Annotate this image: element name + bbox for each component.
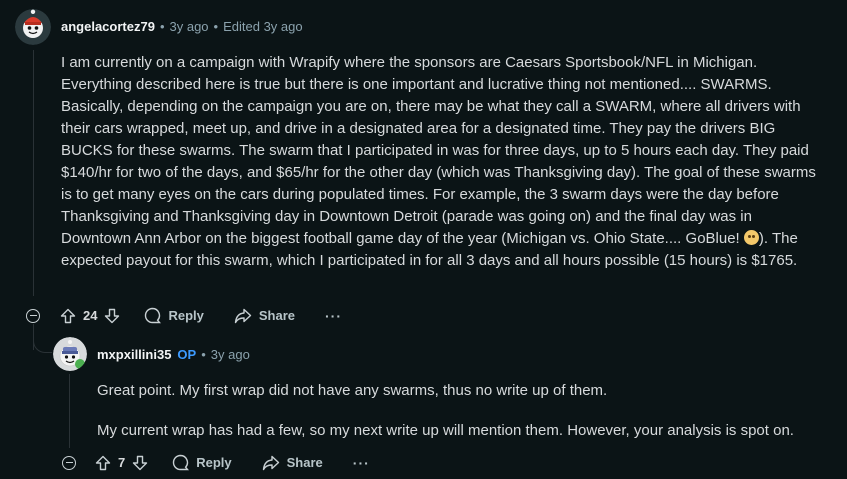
vote-group: 7 <box>95 455 148 471</box>
vote-count: 24 <box>83 308 98 323</box>
comment-actions: 24 Reply Share ··· <box>26 307 342 324</box>
avatar[interactable] <box>15 9 51 45</box>
smiley-emoji-icon <box>743 230 759 245</box>
collapse-minus-icon[interactable] <box>26 308 40 323</box>
comment-paragraph: Great point. My first wrap did not have … <box>97 382 608 399</box>
share-label: Share <box>258 308 296 323</box>
share-arrow-icon <box>262 455 279 470</box>
comment-timestamp[interactable]: 3y ago <box>211 347 250 362</box>
downvote-icon[interactable] <box>104 308 120 324</box>
comment-body: I am currently on a campaign with Wrapif… <box>61 52 821 272</box>
comment-thread: angelacortez79 • 3y ago • Edited 3y ago … <box>0 0 847 479</box>
comment-body: Great point. My first wrap did not have … <box>97 380 837 460</box>
separator-dot: • <box>201 347 206 362</box>
comment-paragraph: My current wrap has had a few, so my nex… <box>97 422 794 439</box>
comment-author[interactable]: angelacortez79 <box>61 19 155 34</box>
thread-line[interactable] <box>69 374 70 448</box>
reply-button[interactable]: Reply <box>172 454 232 471</box>
share-label: Share <box>286 455 323 470</box>
more-options-icon: ··· <box>352 454 370 471</box>
more-options-icon: ··· <box>325 307 343 324</box>
thread-branch <box>33 330 52 353</box>
collapse-minus-icon[interactable] <box>62 455 76 470</box>
comment-timestamp[interactable]: 3y ago <box>170 19 209 34</box>
share-arrow-icon <box>234 308 252 323</box>
more-options-button[interactable]: ··· <box>353 455 370 471</box>
comment-meta: mxpxillini35 OP • 3y ago <box>97 347 250 362</box>
upvote-icon[interactable] <box>60 308 76 324</box>
comment-meta: angelacortez79 • 3y ago • Edited 3y ago <box>61 19 303 34</box>
vote-group: 24 <box>60 308 120 324</box>
reply-label: Reply <box>196 455 232 470</box>
downvote-icon[interactable] <box>132 455 148 471</box>
comment-bubble-icon <box>173 454 190 471</box>
comment-actions: 7 Reply Share ··· <box>62 454 370 471</box>
comment-bubble-icon <box>145 307 162 324</box>
edited-label: Edited 3y ago <box>223 19 303 34</box>
comment-author[interactable]: mxpxillini35 <box>97 347 171 362</box>
thread-line[interactable] <box>33 50 34 296</box>
comment-text: I am currently on a campaign with Wrapif… <box>61 54 816 247</box>
reply-label: Reply <box>168 308 204 323</box>
vote-count: 7 <box>118 455 126 470</box>
avatar[interactable] <box>53 337 87 371</box>
op-badge: OP <box>177 347 197 362</box>
upvote-icon[interactable] <box>95 455 111 471</box>
share-button[interactable]: Share <box>234 308 295 324</box>
separator-dot: • <box>159 19 165 34</box>
share-button[interactable]: Share <box>262 455 323 471</box>
separator-dot: • <box>213 19 219 34</box>
reply-button[interactable]: Reply <box>144 307 204 324</box>
more-options-button[interactable]: ··· <box>325 308 342 324</box>
